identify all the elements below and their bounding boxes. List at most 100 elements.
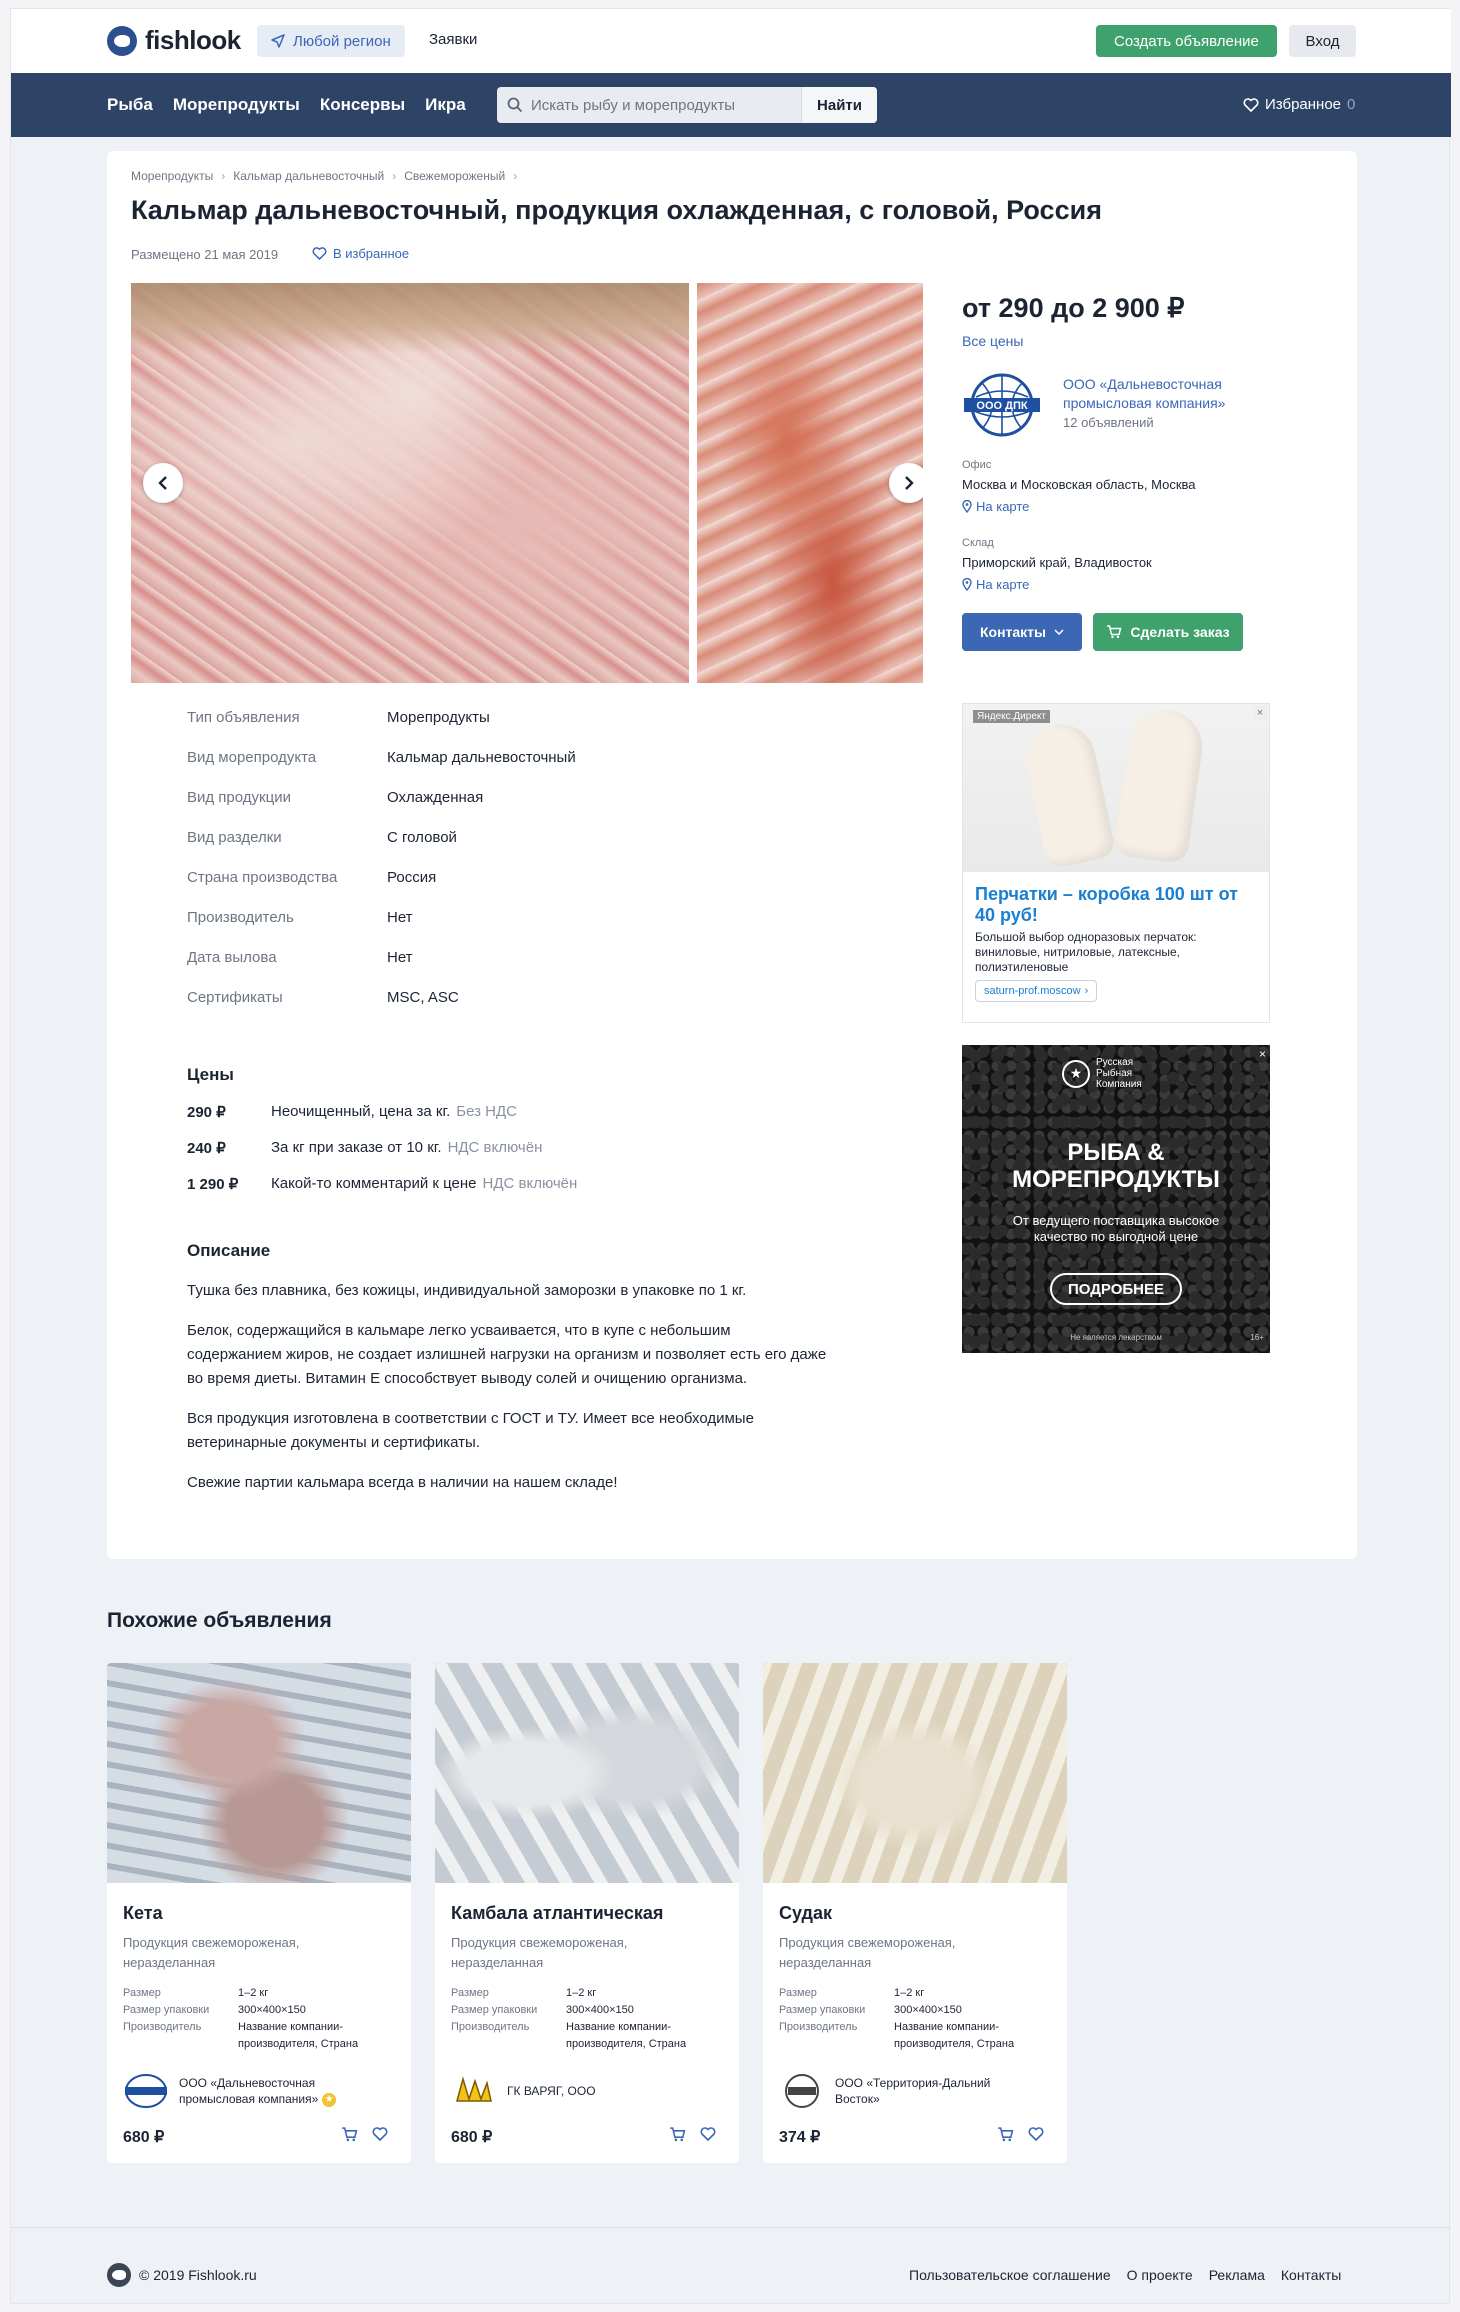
- seller-name-link[interactable]: ООО «Дальневосточная промысловая компани…: [1063, 375, 1263, 413]
- contacts-label: Контакты: [979, 624, 1046, 640]
- cart-icon: [1107, 625, 1122, 639]
- close-icon[interactable]: ×: [1259, 1047, 1266, 1061]
- spec-key: Производитель: [451, 2021, 530, 2033]
- gallery-prev-button[interactable]: [143, 463, 183, 503]
- similar-name[interactable]: Камбала атлантическая: [451, 1903, 663, 1924]
- spec-key: Дата вылова: [187, 949, 277, 966]
- spec-value: MSC, ASC: [387, 989, 459, 1006]
- similar-actions: [997, 2127, 1044, 2142]
- footer-link-contacts[interactable]: Контакты: [1281, 2267, 1341, 2283]
- make-order-button[interactable]: Сделать заказ: [1093, 613, 1243, 651]
- favorites-link[interactable]: Избранное 0: [1243, 96, 1355, 113]
- similar-price: 680 ₽: [123, 2129, 165, 2146]
- similar-seller[interactable]: ООО «Дальневосточная промысловая компани…: [123, 2073, 339, 2109]
- orders-link[interactable]: Заявки: [429, 31, 477, 48]
- chevron-left-icon: [158, 476, 167, 490]
- cart-icon[interactable]: [341, 2127, 358, 2142]
- spec-row: Страна производства Россия: [187, 869, 576, 909]
- spec-value: Охлажденная: [387, 789, 484, 806]
- ad-source-label: Яндекс.Директ: [973, 710, 1050, 723]
- warehouse-map-link[interactable]: На карте: [962, 577, 1029, 592]
- nav-item-fish[interactable]: Рыба: [107, 95, 153, 115]
- price-value: 1 290 ₽: [187, 1176, 239, 1193]
- heart-icon[interactable]: [1028, 2127, 1044, 2141]
- similar-card[interactable]: Кета Продукция свежемороженая, нераздела…: [107, 1663, 411, 2163]
- breadcrumb-item[interactable]: Кальмар дальневосточный: [233, 169, 384, 183]
- cart-icon[interactable]: [669, 2127, 686, 2142]
- top-header: fishlook Любой регион Заявки Создать объ…: [11, 9, 1451, 73]
- search-button[interactable]: Найти: [801, 87, 877, 123]
- spec-value: 300×400×150: [566, 2004, 634, 2016]
- contacts-button[interactable]: Контакты: [962, 613, 1082, 651]
- page-frame: fishlook Любой регион Заявки Создать объ…: [10, 8, 1451, 2304]
- spec-key: Вид продукции: [187, 789, 291, 806]
- ad-title[interactable]: Перчатки – коробка 100 шт от 40 руб!: [975, 884, 1255, 926]
- breadcrumb-item[interactable]: Свежемороженый: [404, 169, 505, 183]
- heart-icon[interactable]: [700, 2127, 716, 2141]
- seller-logo: [456, 2076, 492, 2102]
- close-icon[interactable]: ×: [1253, 706, 1267, 720]
- similar-name[interactable]: Судак: [779, 1903, 832, 1924]
- ad-link-label: saturn-prof.moscow: [984, 985, 1081, 997]
- spec-row: Дата вылова Нет: [187, 949, 576, 989]
- spec-value: 1–2 кг: [894, 1987, 925, 1999]
- ad-brand: ★ Русская Рыбная Компания: [1062, 1057, 1142, 1090]
- specs-table: Тип объявления Морепродукты Вид морепроду…: [187, 709, 576, 1029]
- region-label: Любой регион: [293, 32, 391, 50]
- similar-card[interactable]: Судак Продукция свежемороженая, нераздел…: [763, 1663, 1067, 2163]
- office-map-link[interactable]: На карте: [962, 499, 1029, 514]
- search-input[interactable]: [523, 88, 801, 122]
- footer-link-ads[interactable]: Реклама: [1209, 2267, 1265, 2283]
- footer-links: Пользовательское соглашение О проекте Ре…: [909, 2267, 1341, 2283]
- similar-seller[interactable]: ГК ВАРЯГ, ООО: [451, 2073, 596, 2109]
- footer-link-about[interactable]: О проекте: [1127, 2267, 1193, 2283]
- product-photo[interactable]: [131, 283, 689, 683]
- breadcrumb-item[interactable]: Морепродукты: [131, 169, 213, 183]
- ad-more-button[interactable]: ПОДРОБНЕЕ: [1050, 1273, 1182, 1305]
- nav-item-canned[interactable]: Консервы: [320, 95, 405, 115]
- posted-date: Размещено 21 мая 2019: [131, 247, 279, 262]
- cart-icon[interactable]: [997, 2127, 1014, 2142]
- heart-icon[interactable]: [372, 2127, 388, 2141]
- spec-key: Размер: [779, 1987, 817, 1999]
- login-button[interactable]: Вход: [1289, 25, 1356, 57]
- price-tax: Без НДС: [456, 1103, 518, 1120]
- add-to-favorites-label: В избранное: [333, 246, 410, 261]
- search-icon: [507, 97, 523, 113]
- seller-name: ГК ВАРЯГ, ООО: [507, 2084, 596, 2098]
- ad-banner-gloves[interactable]: Яндекс.Директ × Перчатки – коробка 100 ш…: [962, 703, 1270, 1023]
- ad-age-rating: 16+: [1250, 1333, 1264, 1342]
- all-prices-link[interactable]: Все цены: [962, 333, 1023, 349]
- seller-logo[interactable]: ООО ДПК: [962, 371, 1042, 439]
- breadcrumb: Морепродукты › Кальмар дальневосточный › С…: [131, 169, 517, 183]
- ad-banner-seafood[interactable]: ★ Русская Рыбная Компания РЫБА & МОРЕПРО…: [962, 1045, 1270, 1353]
- description-paragraph: Тушка без плавника, без кожицы, индивиду…: [187, 1282, 747, 1299]
- spec-value: 300×400×150: [238, 2004, 306, 2016]
- similar-photo: [435, 1663, 739, 1883]
- footer-link-terms[interactable]: Пользовательское соглашение: [909, 2267, 1111, 2283]
- spec-value: С головой: [387, 829, 457, 846]
- price-range: от 290 до 2 900 ₽: [962, 293, 1185, 323]
- ad-title-line: МОРЕПРОДУКТЫ: [1012, 1166, 1220, 1193]
- map-link-label: На карте: [976, 499, 1030, 514]
- glove-shape: [1112, 705, 1208, 865]
- add-to-favorites-link[interactable]: В избранное: [312, 246, 409, 261]
- create-listing-button[interactable]: Создать объявление: [1096, 25, 1277, 57]
- ad-image: Яндекс.Директ ×: [963, 704, 1269, 872]
- site-logo[interactable]: fishlook: [107, 25, 241, 56]
- spec-key: Сертификаты: [187, 989, 283, 1006]
- seller-ads-count[interactable]: 12 объявлений: [1063, 415, 1154, 430]
- price-row: 1 290 ₽ Какой-то комментарий к цене НДС вк…: [187, 1175, 577, 1211]
- similar-photo: [107, 1663, 411, 1883]
- similar-name[interactable]: Кета: [123, 1903, 163, 1924]
- region-selector-button[interactable]: Любой регион: [257, 25, 405, 57]
- ad-brand-line: Компания: [1096, 1079, 1142, 1090]
- similar-card[interactable]: Камбала атлантическая Продукция свежемор…: [435, 1663, 739, 2163]
- similar-seller[interactable]: ООО «Территория-Дальний Восток»: [779, 2073, 995, 2109]
- similar-actions: [341, 2127, 388, 2142]
- nav-item-seafood[interactable]: Морепродукты: [173, 95, 300, 115]
- spec-key: Вид разделки: [187, 829, 282, 846]
- ad-link[interactable]: saturn-prof.moscow ›: [975, 980, 1098, 1002]
- gallery-next-button[interactable]: [889, 463, 923, 503]
- nav-item-caviar[interactable]: Икра: [425, 95, 466, 115]
